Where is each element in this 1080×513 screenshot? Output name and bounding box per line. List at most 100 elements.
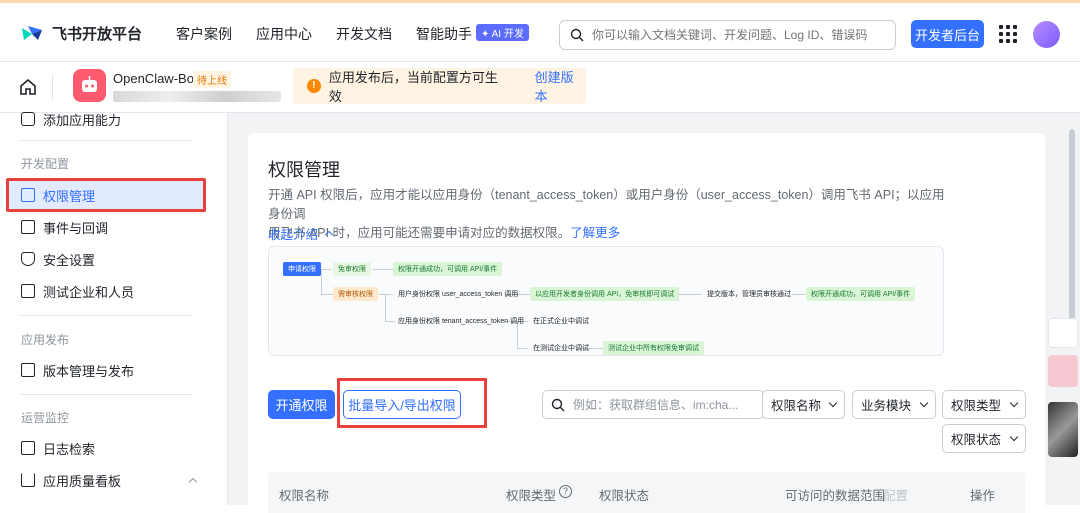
app-status-badge: 待上线 (193, 71, 231, 88)
briefcase-icon (21, 188, 35, 202)
global-search-input[interactable] (592, 28, 882, 42)
nav-customer-cases[interactable]: 客户案例 (176, 24, 232, 44)
learn-more-link[interactable]: 了解更多 (570, 226, 620, 240)
app-id-blurred (113, 91, 281, 102)
nav-dev-docs[interactable]: 开发文档 (336, 24, 392, 44)
upload-icon (21, 363, 35, 377)
flow-node-submit: 提交版本，管理员审核通过 (707, 291, 791, 298)
col-data-scope: 可访问的数据范围 (785, 489, 886, 503)
permission-table-header: 权限名称 权限类型 ? 权限状态 可访问的数据范围 配置 操作 (268, 472, 1025, 513)
top-nav-bar: 飞书开放平台 客户案例 应用中心 开发文档 智能助手✦ AI 开发 开发者后台 (0, 0, 1080, 62)
collapse-label: 收起介绍 (268, 228, 319, 242)
nav-app-center[interactable]: 应用中心 (256, 24, 312, 44)
divider (52, 74, 53, 100)
shield-icon (21, 252, 35, 266)
divider (20, 315, 193, 316)
chevron-down-icon (919, 398, 929, 408)
sidebar-item-label: 事件与回调 (43, 220, 109, 236)
filter-label: 业务模块 (861, 399, 912, 413)
sidebar-item-events[interactable]: 事件与回调 (21, 217, 108, 237)
search-icon (570, 28, 584, 42)
sidebar-item-quality-board[interactable]: 应用质量看板 (21, 470, 198, 490)
filter-permission-status[interactable]: 权限状态 (942, 424, 1026, 453)
sidebar-item-security[interactable]: 安全设置 (21, 249, 95, 269)
flow-node-formal: 在正式企业中调试 (533, 318, 589, 325)
page-title: 权限管理 (268, 160, 340, 180)
robot-icon (82, 76, 97, 92)
divider (20, 140, 193, 141)
flow-node-apply: 申请权限 (283, 262, 321, 276)
main-nav: 客户案例 应用中心 开发文档 智能助手 ✦ AI 开发 (176, 24, 529, 44)
create-version-link[interactable]: 创建版本 (535, 67, 586, 105)
col-permission-type: 权限类型 (506, 489, 557, 503)
group-title-app-publish: 应用发布 (21, 333, 70, 347)
sidebar-item-label: 添加应用能力 (43, 112, 122, 128)
sidebar-item-add-capability[interactable]: 添加应用能力 (21, 109, 121, 129)
global-search[interactable] (559, 20, 896, 50)
flow-node-success2: 权限开通成功，可调用 API/事件 (806, 287, 916, 301)
user-avatar[interactable] (1033, 21, 1060, 48)
feishu-logo-icon (22, 25, 42, 40)
permission-flow-diagram: 申请权限 免审权限 权限开通成功，可调用 API/事件 需审核权限 用户身份权限… (268, 246, 944, 356)
col-permission-status: 权限状态 (599, 489, 650, 503)
add-capability-icon (21, 112, 35, 126)
col-actions: 操作 (970, 489, 996, 503)
divider (20, 394, 193, 395)
filter-label: 权限类型 (951, 399, 1002, 413)
code-icon (21, 284, 35, 298)
sidebar-item-permissions[interactable]: 权限管理 (21, 185, 95, 205)
sidebar-item-label: 权限管理 (43, 188, 96, 204)
chevron-up-icon (324, 230, 333, 240)
sidebar: 添加应用能力 开发配置 权限管理 事件与回调 安全设置 测试企业和人员 应用发布… (0, 112, 228, 505)
permission-search-input[interactable]: 例如：获取群组信息、im:cha... (573, 396, 738, 413)
notice-text: 应用发布后，当前配置方可生效 (328, 70, 498, 104)
search-icon (551, 398, 565, 411)
permission-search[interactable]: 例如：获取群组信息、im:cha... (542, 390, 764, 419)
open-permission-button[interactable]: 开通权限 (268, 390, 335, 419)
flow-node-user-perm: 用户身份权限 user_access_token 调用 (398, 291, 519, 298)
desc-line1: 开通 API 权限后，应用才能以应用身份（tenant_access_token… (268, 188, 945, 221)
feishu-logo[interactable]: 飞书开放平台 (20, 23, 142, 44)
filter-permission-type[interactable]: 权限类型 (942, 390, 1026, 419)
app-name: OpenClaw-Bot (113, 71, 198, 86)
bar-chart-icon (21, 473, 35, 487)
collapse-intro-toggle[interactable]: 收起介绍 (268, 224, 333, 243)
chevron-down-icon (828, 398, 838, 408)
col-permission-name: 权限名称 (279, 489, 330, 503)
floating-avatar[interactable] (1048, 402, 1078, 457)
event-icon (21, 220, 35, 234)
floating-widget[interactable] (1048, 355, 1078, 387)
flow-node-app-perm: 应用身份权限 tenant_access_token 调用 (398, 318, 525, 325)
nav-ai-assistant[interactable]: 智能助手 ✦ AI 开发 (416, 24, 529, 44)
flow-node-dev-call: 以应用开发者身份调用 API，免审核即可调试 (530, 287, 680, 301)
highlight-box (337, 378, 487, 428)
app-grid-icon[interactable] (999, 25, 1017, 43)
chevron-down-icon (1009, 432, 1019, 442)
filter-business-module[interactable]: 业务模块 (852, 390, 936, 419)
ai-dev-badge: ✦ AI 开发 (476, 24, 529, 41)
permission-card: 权限管理 开通 API 权限后，应用才能以应用身份（tenant_access_… (248, 133, 1045, 513)
group-title-ops: 运营监控 (21, 411, 70, 425)
help-icon[interactable]: ? (559, 485, 572, 498)
publish-notice: ! 应用发布后，当前配置方可生效 创建版本 (293, 68, 586, 104)
sidebar-item-test-org[interactable]: 测试企业和人员 (21, 281, 134, 301)
log-search-icon (21, 441, 35, 455)
home-icon[interactable] (19, 78, 37, 96)
config-link[interactable]: 配置 (883, 485, 908, 504)
main-content: 权限管理 开通 API 权限后，应用才能以应用身份（tenant_access_… (228, 113, 1080, 513)
nav-ai-assistant-label: 智能助手 (416, 26, 472, 42)
sidebar-item-log-search[interactable]: 日志检索 (21, 438, 95, 458)
group-title-dev-config: 开发配置 (21, 157, 70, 171)
app-icon (73, 69, 106, 102)
scrollbar[interactable] (1069, 129, 1075, 329)
sidebar-item-label: 版本管理与发布 (43, 363, 135, 379)
filter-permission-name[interactable]: 权限名称 (762, 390, 845, 419)
sidebar-item-label: 日志检索 (43, 441, 96, 457)
assistant-float-icon[interactable] (1048, 318, 1078, 348)
sidebar-item-versions[interactable]: 版本管理与发布 (21, 360, 134, 380)
warning-icon: ! (307, 79, 321, 93)
filter-label: 权限名称 (771, 399, 822, 413)
developer-console-button[interactable]: 开发者后台 (911, 20, 984, 48)
filter-label: 权限状态 (951, 433, 1002, 447)
chevron-up-icon[interactable] (188, 477, 198, 487)
